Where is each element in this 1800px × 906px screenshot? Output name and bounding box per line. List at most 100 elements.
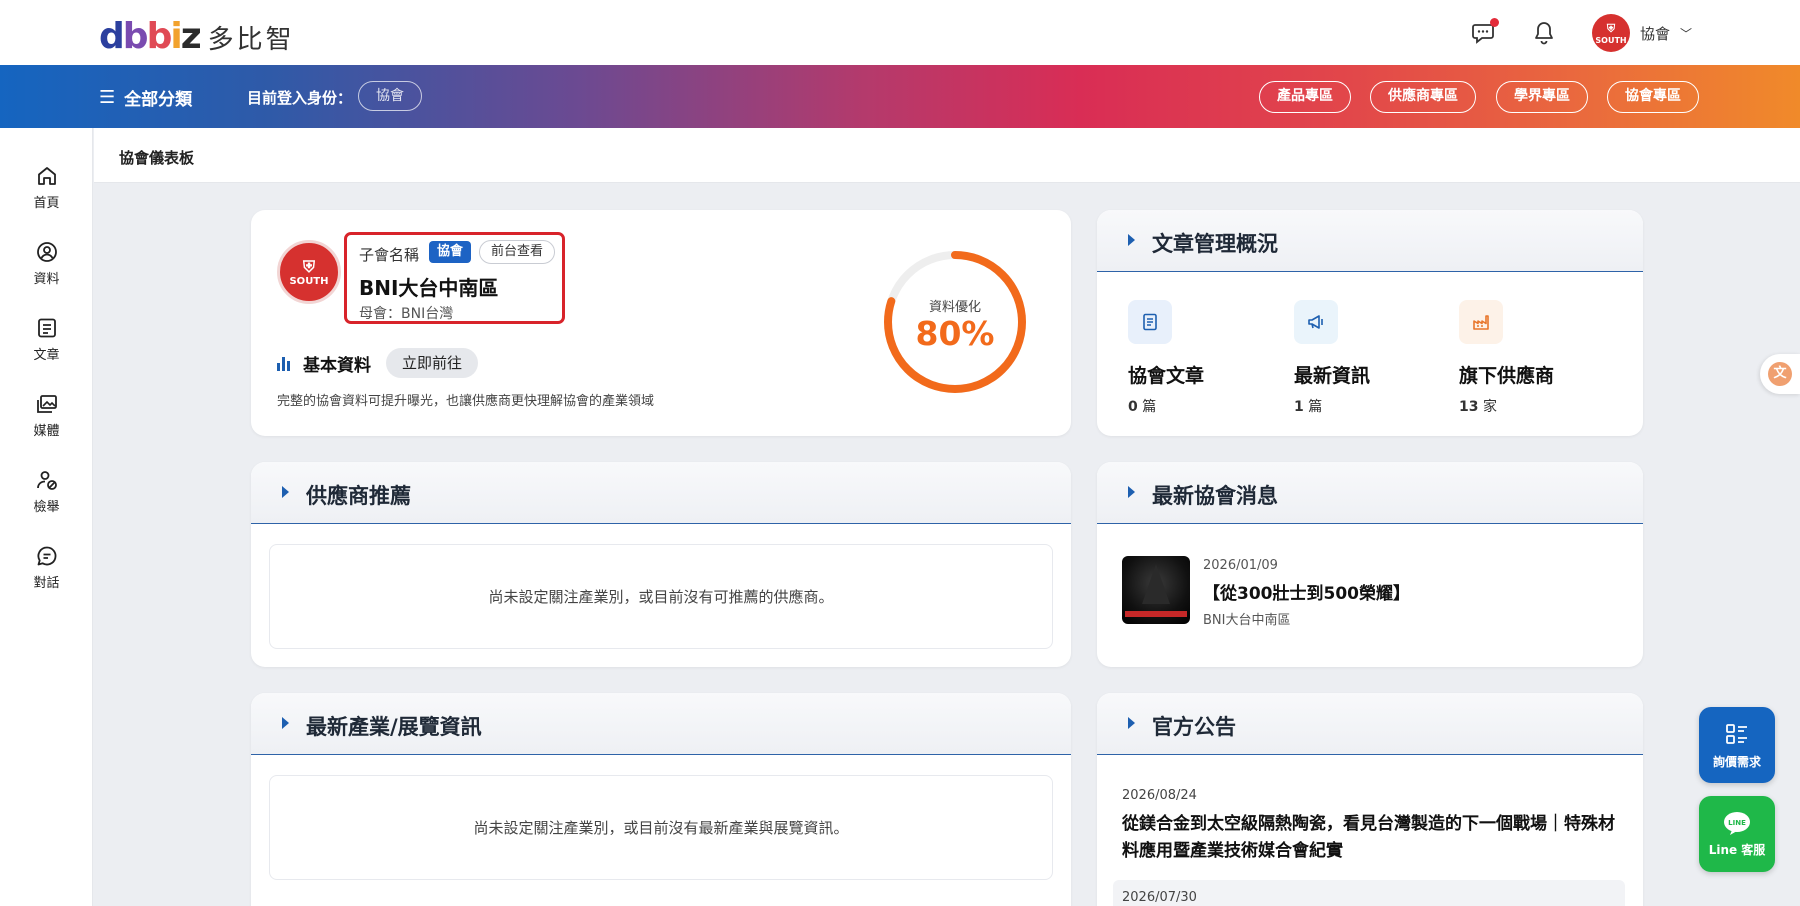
sidebar-item-articles[interactable]: 文章 [0, 316, 93, 363]
announcement-title[interactable]: 從鎂合金到太空級隔熱陶瓷，看見台灣製造的下一個戰場｜特殊材料應用暨產業技術媒合會… [1122, 811, 1622, 865]
role-badge: 協會 [358, 81, 422, 111]
sidebar-item-profile[interactable]: 資料 [0, 240, 93, 287]
megaphone-icon [1294, 300, 1338, 344]
card-header: 最新協會消息 [1097, 462, 1643, 524]
type-badge: 協會 [429, 241, 472, 263]
sidebar-item-media[interactable]: 媒體 [0, 392, 93, 439]
supplier-recommend-card: 供應商推薦 尚未設定關注產業別，或目前沒有可推薦的供應商。 [251, 462, 1071, 667]
sidebar: 首頁 資料 文章 媒體 檢舉 對話 [0, 128, 93, 906]
zone-academia-button[interactable]: 學界專區 [1496, 81, 1588, 113]
stat-count: 13 家 [1459, 399, 1497, 415]
article-icon [37, 318, 56, 338]
media-icon [36, 395, 57, 413]
stat-title: 最新資訊 [1294, 365, 1371, 387]
zone-association-button[interactable]: 協會專區 [1607, 81, 1699, 113]
sidebar-item-home[interactable]: 首頁 [0, 164, 93, 211]
basic-info-desc: 完整的協會資料可提升曝光，也讓供應商更快理解協會的產業領域 [277, 394, 655, 409]
news-date: 2026/01/09 [1203, 558, 1278, 573]
announcement-item[interactable]: 2026/07/30 [1113, 880, 1625, 906]
dbbiz-logo[interactable]: dbbiz 多比智 [99, 17, 295, 57]
card-header: 文章管理概況 [1097, 210, 1643, 272]
industry-news-card: 最新產業/展覽資訊 尚未設定關注產業別，或目前沒有最新產業與展覽資訊。 [251, 693, 1071, 906]
line-icon: LINE [1724, 812, 1750, 835]
latest-news-card: 最新協會消息 2026/01/09 【從300壯士到500榮耀】 BNI大台中南… [1097, 462, 1643, 667]
stat-title: 協會文章 [1128, 365, 1205, 387]
logo-text: 多比智 [207, 24, 295, 55]
category-bar: ☰ 全部分類 目前登入身份： 協會 產品專區 供應商專區 學界專區 協會專區 [0, 65, 1800, 128]
card-title: 官方公告 [1152, 715, 1236, 739]
parent-org: 母會：BNI台灣 [359, 306, 454, 322]
basic-info-title: 基本資料 [303, 355, 371, 376]
stat-count: 1 篇 [1294, 399, 1323, 415]
sub-label: 子會名稱 [359, 246, 420, 264]
basic-info-row: 基本資料 立即前往 [277, 348, 479, 378]
news-title[interactable]: 【從300壯士到500榮耀】 [1203, 579, 1410, 604]
bar-chart-icon [277, 355, 293, 371]
org-name: BNI大台中南區 [359, 276, 499, 300]
gauge-value: 80% [915, 314, 995, 353]
triangle-icon [1128, 717, 1135, 729]
list-icon [1726, 724, 1747, 744]
empty-state: 尚未設定關注產業別，或目前沒有可推薦的供應商。 [269, 544, 1053, 649]
stat-count: 0 篇 [1128, 399, 1157, 415]
quote-request-label: 詢價需求 [1712, 755, 1761, 769]
zone-suppliers-button[interactable]: 供應商專區 [1370, 81, 1476, 113]
profile-card: ⛨ SOUTH 子會名稱 協會 前台查看 BNI大台中南區 母會：BNI台灣 基… [251, 210, 1071, 436]
zone-products-button[interactable]: 產品專區 [1259, 81, 1351, 113]
chat-icon [37, 546, 56, 566]
card-title: 最新產業/展覽資訊 [306, 715, 482, 739]
sidebar-item-label: 資料 [33, 272, 60, 287]
triangle-icon [1128, 486, 1135, 498]
translate-icon: 文 [1768, 362, 1792, 386]
announcement-date: 2026/08/24 [1122, 788, 1197, 803]
document-icon [1128, 300, 1172, 344]
unread-dot [1490, 18, 1499, 27]
factory-icon [1459, 300, 1503, 344]
gauge-label: 資料優化 [928, 300, 981, 315]
list-icon: ☰ [99, 87, 116, 108]
news-source: BNI大台中南區 [1203, 613, 1291, 628]
sidebar-item-label: 對話 [33, 576, 60, 591]
login-as-label: 目前登入身份： [247, 89, 353, 107]
empty-state: 尚未設定關注產業別，或目前沒有最新產業與展覽資訊。 [269, 775, 1053, 880]
article-overview-card: 文章管理概況 協會文章 0 篇 最新資訊 1 篇 旗下供應商 13 家 [1097, 210, 1643, 436]
breadcrumb: 協會儀表板 [94, 128, 1800, 183]
profile-icon [36, 242, 57, 262]
sidebar-item-label: 文章 [33, 348, 60, 363]
home-icon [37, 167, 56, 185]
triangle-icon [282, 486, 289, 498]
sidebar-item-label: 檢舉 [33, 500, 60, 515]
avatar-text: SOUTH [289, 275, 329, 287]
announcements-card: 官方公告 2026/08/24 從鎂合金到太空級隔熱陶瓷，看見台灣製造的下一個戰… [1097, 693, 1643, 906]
quote-request-button[interactable]: 詢價需求 [1699, 707, 1775, 783]
stat-association-articles[interactable]: 協會文章 0 篇 [1128, 300, 1204, 416]
line-support-button[interactable]: LINE Line 客服 [1699, 796, 1775, 872]
card-header: 供應商推薦 [251, 462, 1071, 524]
stat-suppliers[interactable]: 旗下供應商 13 家 [1459, 300, 1554, 416]
frontend-view-button[interactable]: 前台查看 [479, 240, 556, 264]
line-support-label: Line 客服 [1708, 843, 1766, 857]
sidebar-item-label: 首頁 [33, 196, 60, 211]
stat-title: 旗下供應商 [1459, 365, 1555, 387]
go-now-button[interactable]: 立即前往 [386, 348, 479, 378]
shield-icon: ⛨ [302, 256, 315, 276]
card-header: 官方公告 [1097, 693, 1643, 755]
org-avatar: ⛨ SOUTH [277, 240, 341, 304]
report-icon [36, 471, 57, 490]
card-title: 供應商推薦 [306, 484, 411, 508]
user-name: 協會 [1640, 24, 1671, 43]
stat-latest-info[interactable]: 最新資訊 1 篇 [1294, 300, 1370, 416]
bell-icon[interactable] [1531, 20, 1557, 46]
avatar: ⛨ SOUTH [1592, 14, 1630, 52]
user-menu[interactable]: ⛨ SOUTH 協會 ﹀ [1592, 14, 1692, 52]
translate-button[interactable]: 文 [1760, 354, 1800, 394]
sidebar-item-chat[interactable]: 對話 [0, 544, 93, 591]
sidebar-item-report[interactable]: 檢舉 [0, 468, 93, 515]
chevron-down-icon: ﹀ [1680, 26, 1693, 41]
all-categories-label: 全部分類 [124, 90, 193, 110]
logo-mark: dbbiz [99, 16, 202, 57]
all-categories-button[interactable]: ☰ 全部分類 [99, 85, 192, 110]
line-logo-text: LINE [1728, 819, 1746, 827]
news-thumbnail[interactable] [1122, 556, 1190, 624]
top-header: dbbiz 多比智 ⛨ SOUTH 協會 ﹀ [0, 0, 1800, 65]
